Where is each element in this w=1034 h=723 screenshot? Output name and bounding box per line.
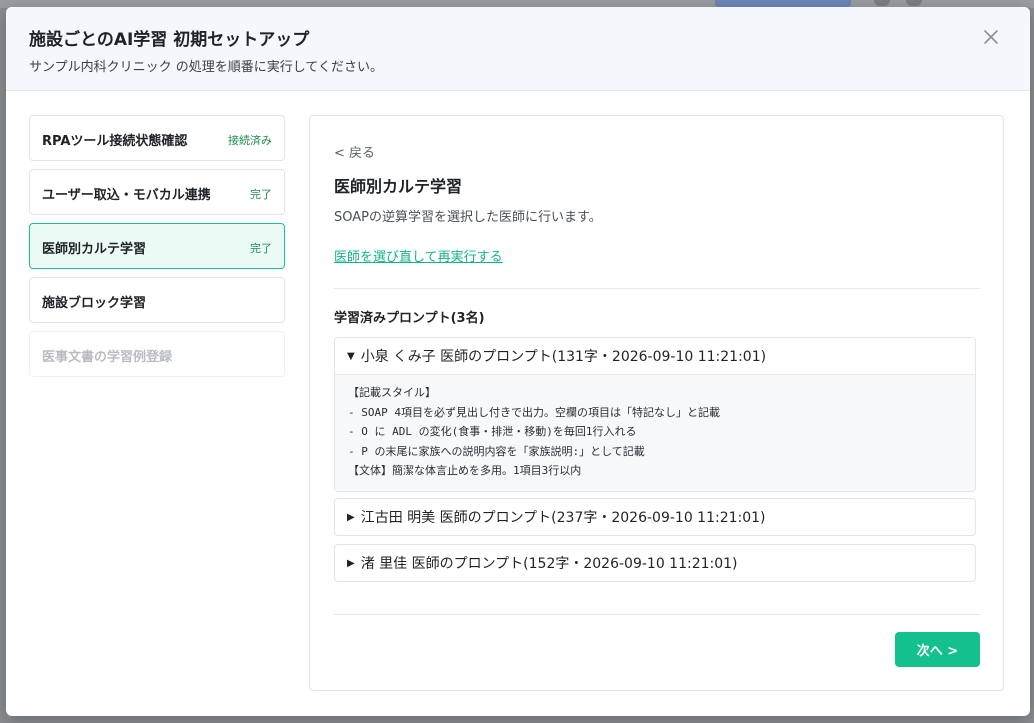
step-medical-document-examples: 医事文書の学習例登録 <box>29 331 285 377</box>
step-label: 医事文書の学習例登録 <box>42 350 173 365</box>
prompt-line: 【記載スタイル】 <box>348 386 436 399</box>
caret-down-icon: ▼ <box>347 350 355 362</box>
caret-right-icon: ▶ <box>347 557 355 569</box>
prompt-line: 【文体】簡潔な体言止めを多用。1項目3行以内 <box>348 464 582 477</box>
prompt-body: 【記載スタイル】 - SOAP 4項目を必ず見出し付きで出力。空欄の項目は「特記… <box>335 374 975 491</box>
modal-title: 施設ごとのAI学習 初期セットアップ <box>29 30 310 50</box>
prompt-toggle[interactable]: ▶ 江古田 明美 医師のプロンプト(237字・2026-09-10 11:21:… <box>335 499 975 535</box>
step-rpa-connection[interactable]: RPAツール接続状態確認 接続済み <box>29 115 285 161</box>
prompt-line: - SOAP 4項目を必ず見出し付きで出力。空欄の項目は「特記なし」と記載 <box>348 405 720 419</box>
prompt-item-koizumi: ▼ 小泉 くみ子 医師のプロンプト(131字・2026-09-10 11:21:… <box>334 337 976 492</box>
prompt-item-nagisa: ▶ 渚 里佳 医師のプロンプト(152字・2026-09-10 11:21:01… <box>334 544 976 582</box>
status-badge: 完了 <box>250 188 272 201</box>
rerun-link[interactable]: 医師を選び直して再実行する <box>334 246 503 265</box>
section-title: 学習済みプロンプト(3名) <box>334 311 485 326</box>
modal-subtitle: サンプル内科クリニック の処理を順番に実行してください。 <box>29 60 383 75</box>
close-icon <box>984 30 998 44</box>
panel-description: SOAPの逆算学習を選択した医師に行います。 <box>334 210 602 225</box>
prompt-title: 渚 里佳 医師のプロンプト(152字・2026-09-10 11:21:01) <box>360 556 738 572</box>
step-label: ユーザー取込・モバカル連携 <box>42 188 211 203</box>
divider <box>334 288 980 289</box>
modal-header: 施設ごとのAI学習 初期セットアップ サンプル内科クリニック の処理を順番に実行… <box>6 7 1030 91</box>
step-content-panel: < 戻る 医師別カルテ学習 SOAPの逆算学習を選択した医師に行います。 医師を… <box>309 115 1004 691</box>
backdrop-button <box>715 0 851 7</box>
close-button[interactable] <box>978 24 1004 50</box>
step-user-import[interactable]: ユーザー取込・モバカル連携 完了 <box>29 169 285 215</box>
step-list: RPAツール接続状態確認 接続済み ユーザー取込・モバカル連携 完了 医師別カル… <box>29 115 285 385</box>
step-label: 医師別カルテ学習 <box>42 242 147 257</box>
next-button[interactable]: 次へ > <box>895 632 980 667</box>
step-label: RPAツール接続状態確認 <box>42 134 188 149</box>
panel-title: 医師別カルテ学習 <box>334 177 463 196</box>
setup-modal: 施設ごとのAI学習 初期セットアップ サンプル内科クリニック の処理を順番に実行… <box>6 7 1030 716</box>
back-link[interactable]: < 戻る <box>334 142 375 161</box>
prompt-title: 江古田 明美 医師のプロンプト(237字・2026-09-10 11:21:01… <box>360 510 766 526</box>
status-badge: 完了 <box>250 242 272 255</box>
divider <box>334 614 980 615</box>
prompt-toggle[interactable]: ▼ 小泉 くみ子 医師のプロンプト(131字・2026-09-10 11:21:… <box>335 338 975 374</box>
caret-right-icon: ▶ <box>347 511 355 523</box>
prompt-toggle[interactable]: ▶ 渚 里佳 医師のプロンプト(152字・2026-09-10 11:21:01… <box>335 545 975 581</box>
step-label: 施設ブロック学習 <box>42 296 147 311</box>
prompt-item-ekoda: ▶ 江古田 明美 医師のプロンプト(237字・2026-09-10 11:21:… <box>334 498 976 536</box>
prompt-line: - O に ADL の変化(食事・排泄・移動)を毎回1行入れる <box>348 425 637 438</box>
step-facility-block-learning[interactable]: 施設ブロック学習 <box>29 277 285 323</box>
prompt-line: - P の末尾に家族への説明内容を「家族説明:」として記載 <box>348 444 645 458</box>
step-doctor-chart-learning[interactable]: 医師別カルテ学習 完了 <box>29 223 285 269</box>
status-badge: 接続済み <box>228 134 272 147</box>
prompt-title: 小泉 くみ子 医師のプロンプト(131字・2026-09-10 11:21:01… <box>360 349 767 365</box>
